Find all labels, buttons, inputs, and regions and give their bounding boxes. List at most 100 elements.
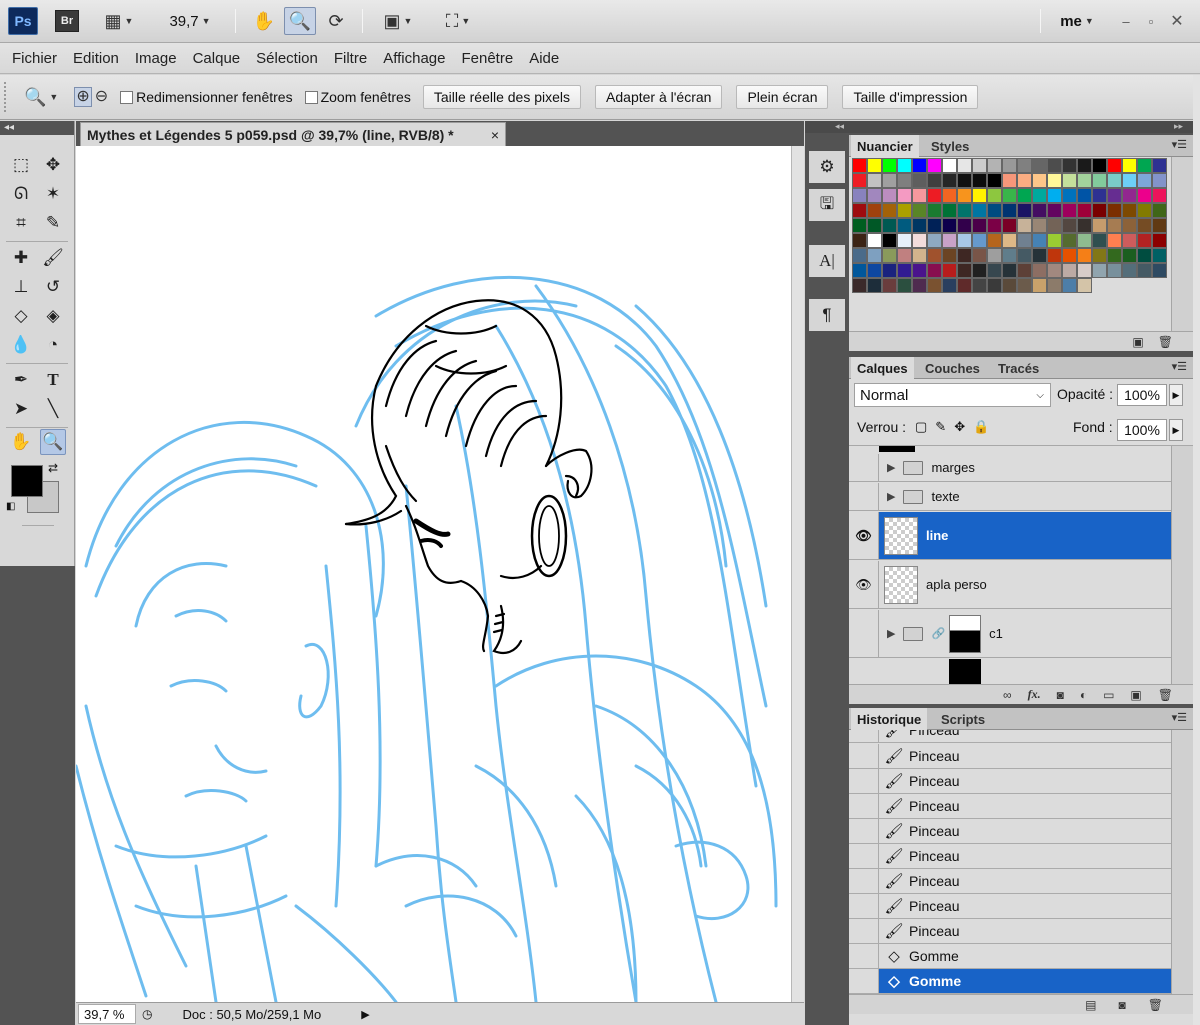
color-swatch[interactable]	[1017, 218, 1032, 233]
color-swatch[interactable]	[1002, 173, 1017, 188]
color-swatch[interactable]	[1002, 203, 1017, 218]
color-swatch[interactable]	[852, 233, 867, 248]
menu-calque[interactable]: Calque	[185, 50, 249, 67]
history-item[interactable]: 🖌 Pinceau	[849, 744, 1171, 769]
color-swatch[interactable]	[957, 263, 972, 278]
color-swatch[interactable]	[1032, 248, 1047, 263]
foreground-color-swatch[interactable]	[11, 465, 43, 497]
canvas-vertical-scrollbar[interactable]	[791, 146, 804, 1002]
history-panel-menu-icon[interactable]: ▾☰	[1172, 711, 1187, 724]
color-swatch[interactable]	[1137, 158, 1152, 173]
pen-tool-icon[interactable]: ✒	[8, 367, 34, 393]
color-swatch[interactable]	[987, 218, 1002, 233]
character-panel-icon[interactable]: A|	[809, 245, 845, 277]
color-swatch[interactable]	[1122, 203, 1137, 218]
history-item-partial[interactable]: 🖌 Pinceau	[849, 730, 1171, 743]
color-swatch[interactable]	[1152, 158, 1167, 173]
color-swatch[interactable]	[897, 158, 912, 173]
new-group-icon[interactable]: ▭	[1103, 688, 1114, 702]
color-swatch[interactable]	[867, 278, 882, 293]
fill-screen-button[interactable]: Plein écran	[736, 85, 829, 109]
menu-aide[interactable]: Aide	[521, 50, 567, 67]
maximize-button[interactable]: ▫	[1142, 7, 1160, 35]
color-swatch[interactable]	[987, 188, 1002, 203]
document-close-icon[interactable]: ×	[491, 127, 499, 143]
line-tool-icon[interactable]: ╲	[40, 396, 66, 422]
blur-tool-icon[interactable]: 💧	[8, 332, 34, 358]
view-extras-button[interactable]: ▦ ▼	[98, 7, 140, 35]
color-swatch[interactable]	[1077, 248, 1092, 263]
color-swatch[interactable]	[1017, 278, 1032, 293]
color-swatch[interactable]	[1152, 173, 1167, 188]
link-layers-icon[interactable]: ∞	[1003, 688, 1012, 702]
color-swatch[interactable]	[927, 263, 942, 278]
color-swatch[interactable]	[1002, 263, 1017, 278]
color-swatch[interactable]	[942, 278, 957, 293]
paragraph-panel-icon[interactable]: ¶	[809, 299, 845, 331]
color-swatch[interactable]	[987, 263, 1002, 278]
actual-pixels-button[interactable]: Taille réelle des pixels	[422, 85, 582, 109]
tab-nuancier[interactable]: Nuancier	[851, 135, 919, 157]
color-swatch[interactable]	[882, 188, 897, 203]
lock-pixels-icon[interactable]: ✎	[935, 419, 946, 435]
color-swatch[interactable]	[867, 248, 882, 263]
color-swatch[interactable]	[1092, 158, 1107, 173]
history-item[interactable]: 🖌 Pinceau	[849, 869, 1171, 894]
zoom-level-dropdown[interactable]: 39,7 ▼	[160, 7, 220, 35]
color-swatch[interactable]	[1062, 188, 1077, 203]
layer-row-texte[interactable]: ▶ texte	[849, 483, 1171, 511]
tool-preset-picker[interactable]: 🔍 ▼	[24, 88, 58, 106]
swap-colors-icon[interactable]: ⇄	[48, 461, 58, 475]
color-swatch[interactable]	[1137, 173, 1152, 188]
move-tool-icon[interactable]: ✥	[40, 152, 66, 178]
hand-tool-button[interactable]: ✋	[250, 7, 278, 35]
color-swatch[interactable]	[1107, 248, 1122, 263]
menu-fichier[interactable]: Fichier	[4, 50, 65, 67]
layer-visibility-toggle[interactable]	[849, 610, 879, 657]
color-swatch[interactable]	[1092, 233, 1107, 248]
color-swatch[interactable]	[1032, 173, 1047, 188]
color-swatch[interactable]	[1137, 218, 1152, 233]
color-swatch[interactable]	[1017, 248, 1032, 263]
color-swatch[interactable]	[1122, 218, 1137, 233]
color-swatch[interactable]	[927, 218, 942, 233]
status-menu-arrow-icon[interactable]: ▶	[361, 1008, 369, 1021]
color-swatch[interactable]	[1107, 203, 1122, 218]
print-size-button[interactable]: Taille d'impression	[842, 85, 979, 109]
layer-row-line[interactable]: 👁 line	[849, 512, 1171, 560]
color-swatch[interactable]	[1137, 233, 1152, 248]
workspace-switcher[interactable]: me ▼	[1052, 7, 1102, 35]
color-swatch[interactable]	[1047, 173, 1062, 188]
screen-mode-button[interactable]: ⛶ ▼	[436, 7, 480, 35]
color-swatch[interactable]	[1092, 173, 1107, 188]
color-swatch[interactable]	[1047, 278, 1062, 293]
color-swatch[interactable]	[972, 218, 987, 233]
rotate-view-button[interactable]: ⟳	[322, 7, 350, 35]
color-swatch[interactable]	[897, 173, 912, 188]
color-swatch[interactable]	[1062, 248, 1077, 263]
color-swatch[interactable]	[897, 278, 912, 293]
resize-windows-checkbox[interactable]: Redimensionner fenêtres	[120, 89, 293, 105]
color-swatch[interactable]	[987, 233, 1002, 248]
color-swatch[interactable]	[1047, 248, 1062, 263]
color-swatch[interactable]	[1002, 158, 1017, 173]
path-selection-tool-icon[interactable]: ➤	[8, 396, 34, 422]
color-swatch[interactable]	[852, 248, 867, 263]
layer-row-c1[interactable]: ▶ 🔗 c1	[849, 610, 1171, 658]
delete-swatch-icon[interactable]: 🗑	[1158, 335, 1173, 349]
zoom-all-windows-checkbox[interactable]: Zoom fenêtres	[304, 89, 411, 105]
color-swatch[interactable]	[1047, 188, 1062, 203]
clone-stamp-tool-icon[interactable]: ⊥	[8, 274, 34, 300]
layers-scrollbar[interactable]	[1171, 446, 1193, 684]
new-swatch-icon[interactable]: ▣	[1132, 335, 1143, 349]
paint-bucket-tool-icon[interactable]: ◈	[40, 303, 66, 329]
expand-group-icon[interactable]: ▶	[887, 461, 895, 474]
new-layer-icon[interactable]: ▣	[1130, 688, 1141, 702]
color-swatch[interactable]	[867, 158, 882, 173]
color-swatch[interactable]	[912, 278, 927, 293]
history-item[interactable]: ◇ Gomme	[849, 944, 1171, 969]
color-swatch[interactable]	[1107, 173, 1122, 188]
color-swatch[interactable]	[957, 158, 972, 173]
color-swatch[interactable]	[1032, 188, 1047, 203]
minimize-button[interactable]: –	[1117, 7, 1135, 35]
